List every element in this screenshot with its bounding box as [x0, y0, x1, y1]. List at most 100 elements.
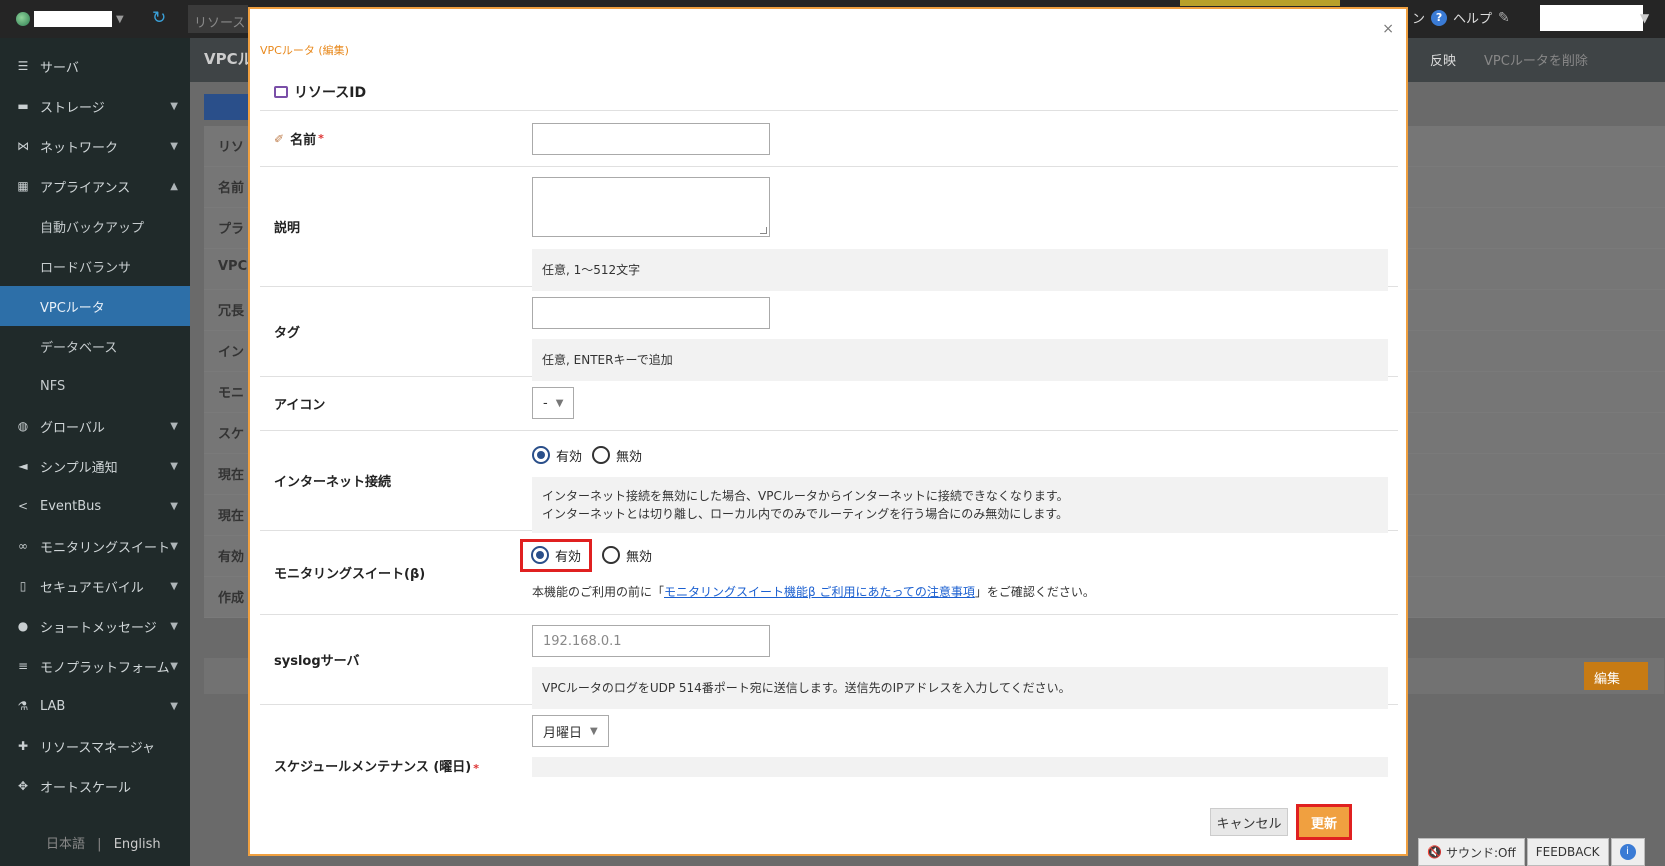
megaphone-icon: ◄	[18, 459, 28, 473]
radio-unchecked-icon	[602, 546, 621, 564]
help-link[interactable]: ヘルプ	[1453, 8, 1492, 27]
sidebar-item-simple-notify[interactable]: ◄ シンプル通知 ▼	[0, 446, 190, 486]
icon-select[interactable]: - ▼	[532, 387, 575, 419]
radio-unchecked-icon	[592, 446, 611, 464]
leaf-icon: ✎	[1498, 9, 1510, 26]
account-selector[interactable]: ▼	[16, 9, 132, 29]
monitoring-radio-group: 有効 無効	[520, 538, 1398, 572]
internet-hint-line: インターネット接続を無効にした場合、VPCルータからインターネットに接続できなく…	[542, 489, 1069, 503]
sidebar-item-appliance[interactable]: ▦ アプライアンス ▲	[0, 166, 190, 206]
sidebar-item-label: モノプラットフォーム	[40, 660, 170, 676]
sidebar-item-storage[interactable]: ▬ ストレージ ▼	[0, 86, 190, 126]
required-mark: *	[318, 132, 324, 145]
sidebar-item-network[interactable]: ⋈ ネットワーク ▼	[0, 126, 190, 166]
chevron-down-icon: ▼	[170, 700, 178, 712]
sidebar-item-label: セキュアモバイル	[40, 580, 144, 596]
user-menu[interactable]	[1540, 5, 1643, 31]
sidebar-item-label: EventBus	[40, 498, 102, 514]
help-icon[interactable]: ?	[1431, 9, 1448, 26]
sidebar-item-lab[interactable]: ⚗ LAB ▼	[0, 686, 190, 726]
chevron-down-icon: ▼	[170, 620, 178, 632]
sidebar-item-eventbus[interactable]: < EventBus ▼	[0, 486, 190, 526]
sidebar-item-global[interactable]: ◍ グローバル ▼	[0, 406, 190, 446]
user-chevron-icon[interactable]: ▼	[1640, 11, 1649, 25]
sidebar-sub-load-balancer[interactable]: ロードバランサ	[0, 246, 190, 286]
info-button[interactable]: i	[1610, 838, 1645, 866]
notice-suffix: 」をご確認ください。	[974, 585, 1095, 599]
delete-button[interactable]: VPCルータを削除	[1484, 50, 1588, 69]
monitoring-notice: 本機能のご利用の前に「モニタリングスイート機能β ご利用にあたっての注意事項」を…	[532, 583, 1398, 600]
cancel-button[interactable]: キャンセル	[1210, 808, 1288, 836]
edit-modal: VPCルータ (編集) × リソースID ✐ 名前 * 説明 任意, 1〜512文字…	[248, 7, 1408, 856]
sidebar-item-short-message[interactable]: ● ショートメッセージ ▼	[0, 606, 190, 646]
sidebar-item-auto-scale[interactable]: ✥ オートスケール	[0, 766, 190, 806]
icon-label: アイコン	[274, 398, 326, 413]
chevron-down-icon: ▼	[170, 540, 178, 552]
chevron-down-icon: ▼	[170, 420, 178, 432]
resource-tab[interactable]: リソース	[188, 5, 248, 33]
chevron-down-icon: ▼	[170, 580, 178, 592]
monitoring-disable-radio[interactable]: 無効	[602, 546, 652, 565]
bottom-tabs: 🔇 サウンド:Off FEEDBACK i	[1418, 838, 1645, 866]
syslog-input[interactable]: 192.168.0.1	[532, 625, 770, 657]
schedule-row: スケジュールメンテナンス (曜日) * 月曜日 ▼	[260, 705, 1398, 795]
globe-icon: ◍	[17, 419, 29, 433]
modal-footer: キャンセル 更新	[250, 802, 1406, 854]
sidebar-sub-database[interactable]: データベース	[0, 326, 190, 366]
internet-enable-radio[interactable]: 有効	[532, 446, 582, 465]
description-hint: 任意, 1〜512文字	[532, 249, 1388, 291]
close-icon[interactable]: ×	[1382, 21, 1394, 37]
storage-icon: ▬	[17, 99, 29, 113]
page-title: VPCル	[204, 50, 253, 68]
internet-hint: インターネット接続を無効にした場合、VPCルータからインターネットに接続できなく…	[532, 477, 1388, 533]
header-actions: 反映 VPCルータを削除	[1430, 50, 1588, 69]
chevron-down-icon: ▼	[170, 100, 178, 112]
internet-radio-group: 有効 無効	[532, 441, 1398, 469]
schedule-select[interactable]: 月曜日 ▼	[532, 715, 609, 747]
chevron-down-icon: ▼	[170, 660, 178, 672]
radio-label: 有効	[556, 449, 583, 465]
internet-disable-radio[interactable]: 無効	[592, 446, 642, 465]
info-tab[interactable]	[204, 94, 248, 120]
info-icon: i	[1619, 844, 1636, 860]
network-icon: ⋈	[17, 139, 29, 153]
lang-en[interactable]: English	[114, 837, 161, 852]
modal-body: リソースID ✐ 名前 * 説明 任意, 1〜512文字 タグ 任意, ENTERキ…	[260, 73, 1398, 801]
notice-link[interactable]: モニタリングスイート機能β ご利用にあたっての注意事項	[664, 585, 975, 599]
lang-ja[interactable]: 日本語	[46, 837, 85, 852]
binoculars-icon: ∞	[18, 539, 28, 553]
tag-input[interactable]	[532, 297, 770, 329]
radio-label: 無効	[626, 549, 653, 565]
sound-toggle[interactable]: 🔇 サウンド:Off	[1418, 838, 1525, 866]
name-label: 名前	[290, 133, 317, 148]
sidebar-item-resource-manager[interactable]: ✚ リソースマネージャ	[0, 726, 190, 766]
sidebar-item-label: グローバル	[40, 420, 105, 436]
sidebar-item-mono-platform[interactable]: ≡ モノプラットフォーム ▼	[0, 646, 190, 686]
sidebar-sub-nfs[interactable]: NFS	[0, 366, 190, 406]
sidebar-item-label: オートスケール	[40, 780, 132, 796]
refresh-icon[interactable]: ↻	[152, 8, 166, 28]
sidebar-sub-vpc-router[interactable]: VPCルータ	[0, 286, 190, 326]
sidebar-sub-auto-backup[interactable]: 自動バックアップ	[0, 206, 190, 246]
chevron-down-icon: ▼	[116, 13, 124, 25]
edit-button[interactable]: 編集	[1584, 662, 1648, 690]
update-button[interactable]: 更新	[1296, 804, 1352, 840]
sidebar-item-monitoring[interactable]: ∞ モニタリングスイート ▼	[0, 526, 190, 566]
sidebar-item-server[interactable]: ☰ サーバ	[0, 46, 190, 86]
top-right-menu: ン ? ヘルプ ✎	[1412, 8, 1510, 27]
monitoring-label: モニタリングスイート(β)	[274, 567, 426, 582]
chevron-up-icon: ▲	[170, 180, 178, 192]
icon-row: アイコン - ▼	[260, 377, 1398, 431]
sidebar-item-label: LAB	[40, 698, 66, 714]
name-input[interactable]	[532, 123, 770, 155]
chevron-down-icon: ▼	[555, 397, 564, 409]
top-partial-label[interactable]: ン	[1412, 8, 1425, 27]
feedback-button[interactable]: FEEDBACK	[1526, 838, 1609, 866]
modal-title: VPCルータ (編集)	[260, 44, 349, 57]
description-textarea[interactable]	[532, 177, 770, 237]
apply-button[interactable]: 反映	[1430, 50, 1456, 69]
syslog-label: syslogサーバ	[274, 654, 360, 669]
radio-checked-icon	[532, 446, 550, 464]
sidebar-item-secure-mobile[interactable]: ▯ セキュアモバイル ▼	[0, 566, 190, 606]
monitoring-enable-radio[interactable]: 有効	[520, 538, 593, 572]
